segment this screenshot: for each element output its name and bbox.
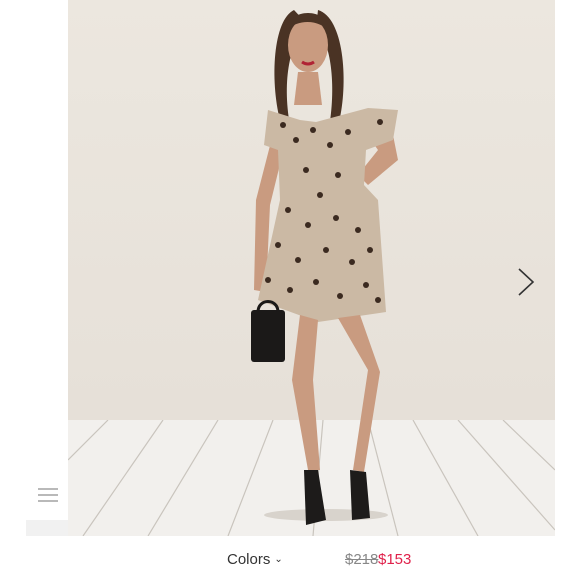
chevron-down-icon: ⌄ — [274, 554, 283, 565]
chevron-right-icon[interactable] — [515, 266, 537, 298]
sale-price: $153 — [378, 551, 412, 568]
left-sidebar — [0, 0, 68, 536]
hamburger-menu-icon[interactable] — [38, 488, 58, 504]
original-price: $218 — [345, 551, 379, 568]
colors-label: Colors — [227, 551, 271, 568]
product-footer — [0, 536, 580, 580]
model-figure — [251, 10, 398, 525]
product-photo[interactable] — [68, 0, 555, 536]
colors-dropdown[interactable]: Colors ⌄ — [227, 551, 283, 568]
